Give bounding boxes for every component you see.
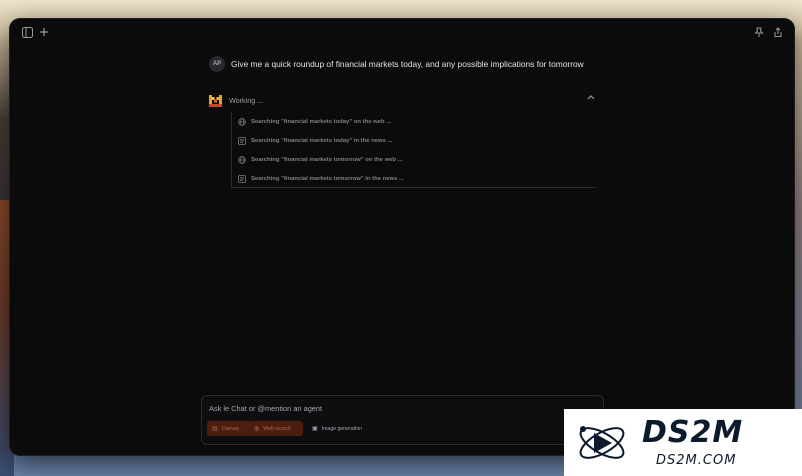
image-icon: ▣	[312, 426, 318, 432]
news-icon	[237, 136, 246, 145]
search-step-text: Searching "financial markets tomorrow" o…	[251, 156, 403, 163]
app-window: AP Give me a quick roundup of financial …	[10, 19, 794, 455]
search-step-text: Searching "financial markets tomorrow" i…	[251, 175, 404, 182]
search-step: Searching "financial markets tomorrow" i…	[232, 169, 596, 188]
mistral-logo-icon	[209, 94, 222, 107]
pin-icon[interactable]	[752, 25, 766, 39]
web-search-toggle-button[interactable]: ◍ Web search	[249, 421, 303, 436]
sidebar-toggle-icon[interactable]	[20, 25, 34, 39]
watermark-domain: DS2M.COM	[656, 453, 737, 468]
user-message-row: AP Give me a quick roundup of financial …	[209, 56, 584, 72]
new-chat-plus-icon[interactable]	[37, 25, 51, 39]
canvas-label: Canvas	[221, 425, 240, 432]
globe-icon	[237, 155, 246, 164]
search-step-text: Searching "financial markets today" on t…	[251, 118, 392, 125]
agent-status-row[interactable]: Working ...	[209, 93, 595, 107]
globe-icon: ◍	[254, 426, 260, 432]
top-bar	[10, 19, 794, 45]
ds2m-logo-icon	[574, 417, 630, 469]
chat-input[interactable]: Ask le Chat or @mention an agent	[209, 404, 322, 413]
share-icon[interactable]	[771, 25, 785, 39]
image-generation-label: Image generation	[321, 425, 363, 432]
watermark-brand: DS2M	[642, 415, 744, 450]
chat-composer: Ask le Chat or @mention an agent ▤ Canva…	[201, 395, 604, 445]
web-search-label: Web search	[263, 425, 291, 432]
user-avatar: AP	[209, 56, 225, 72]
watermark-overlay: DS2M DS2M.COM	[564, 409, 802, 476]
user-message-text: Give me a quick roundup of financial mar…	[231, 59, 584, 69]
status-label: Working ...	[229, 95, 264, 105]
search-step: Searching "financial markets tomorrow" o…	[232, 150, 596, 169]
canvas-toggle-button[interactable]: ▤ Canvas	[207, 421, 251, 436]
news-icon	[237, 174, 246, 183]
chevron-up-icon[interactable]	[587, 93, 595, 102]
search-step: Searching "financial markets today" on t…	[232, 112, 596, 131]
globe-icon	[237, 117, 246, 126]
search-steps-list: Searching "financial markets today" on t…	[231, 112, 596, 188]
canvas-icon: ▤	[212, 426, 218, 432]
image-generation-toggle-button[interactable]: ▣ Image generation	[307, 421, 387, 436]
search-step: Searching "financial markets today" in t…	[232, 131, 596, 150]
search-step-text: Searching "financial markets today" in t…	[251, 137, 393, 144]
